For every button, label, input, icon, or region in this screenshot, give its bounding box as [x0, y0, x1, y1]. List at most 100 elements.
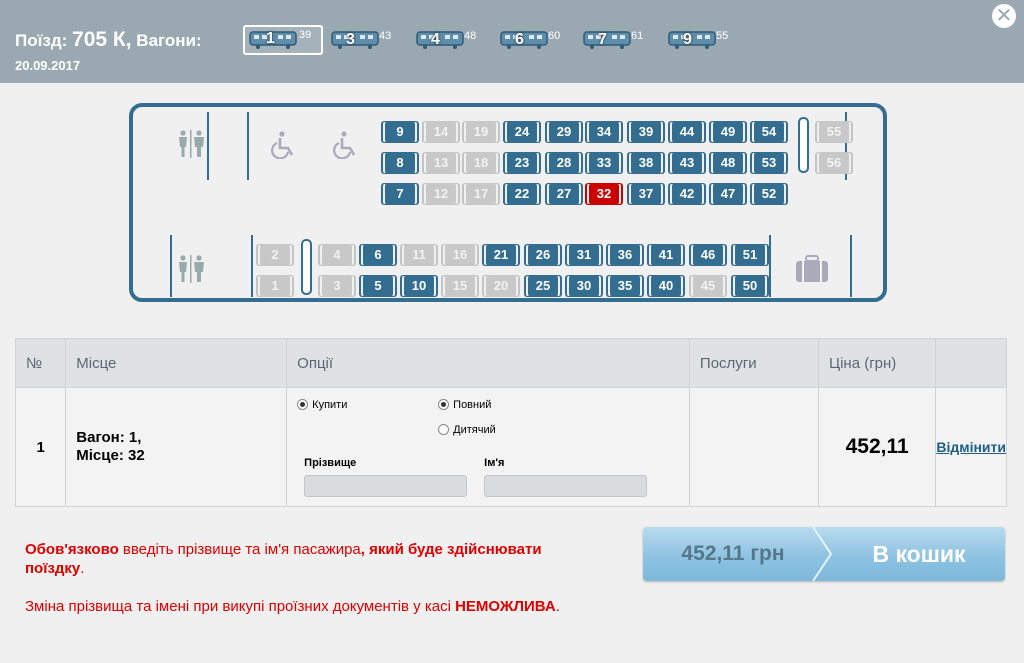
seat-6[interactable]: 6: [363, 244, 393, 266]
seat-51[interactable]: 51: [735, 244, 765, 266]
place-seat: Місце: 32: [76, 447, 145, 464]
seat-53[interactable]: 53: [754, 152, 784, 174]
seat-divider: [301, 239, 312, 295]
seat-47[interactable]: 47: [713, 183, 743, 205]
radio-buy[interactable]: Купити: [297, 399, 347, 411]
seat-8[interactable]: 8: [385, 152, 415, 174]
wheelchair-icon: [333, 131, 356, 159]
warning-text: Зміна прізвища та імені при викупі проїз…: [25, 598, 456, 615]
warning-strong: Обов'язково: [25, 541, 119, 558]
seat-56: 56: [819, 152, 849, 174]
seat-17: 17: [466, 183, 496, 205]
seat-35[interactable]: 35: [610, 275, 640, 297]
dialog-header: Поїзд: 705 К, Вагони: 20.09.2017 1 39 3 43 4…: [0, 0, 1024, 83]
wagon-tab-4[interactable]: 4 48: [413, 28, 485, 52]
table-header-row: № Місце Опції Послуги Ціна (грн): [14, 338, 1007, 388]
seat-44[interactable]: 44: [672, 121, 702, 143]
name-label: Ім'я: [484, 457, 505, 469]
cart-total: 452,11 грн: [681, 542, 785, 565]
seat-36[interactable]: 36: [610, 244, 640, 266]
seat-41[interactable]: 41: [651, 244, 681, 266]
partition-line: [170, 235, 172, 297]
seat-24[interactable]: 24: [507, 121, 537, 143]
wagon-free-seats: 55: [716, 30, 729, 42]
warning-note-required: Обов'язково введіть прізвище та ім'я пас…: [25, 540, 585, 578]
seat-26[interactable]: 26: [528, 244, 558, 266]
wc-icon: [179, 130, 204, 158]
add-to-cart-button[interactable]: 452,11 грн В кошик: [643, 527, 1005, 581]
seat-2: 2: [260, 244, 290, 266]
seat-50[interactable]: 50: [735, 275, 765, 297]
seat-9[interactable]: 9: [385, 121, 415, 143]
seat-46[interactable]: 46: [693, 244, 723, 266]
seat-52[interactable]: 52: [754, 183, 784, 205]
radio-full[interactable]: Повний: [438, 399, 491, 411]
radio-child[interactable]: Дитячий: [438, 424, 496, 436]
seat-28[interactable]: 28: [549, 152, 579, 174]
name-input[interactable]: [484, 475, 648, 497]
seat-25[interactable]: 25: [528, 275, 558, 297]
seat-14: 14: [426, 121, 456, 143]
seat-21[interactable]: 21: [486, 244, 516, 266]
seat-32[interactable]: 32: [589, 183, 619, 205]
seat-7[interactable]: 7: [385, 183, 415, 205]
train-prefix: Поїзд:: [15, 31, 68, 50]
wagon-free-seats: 61: [631, 30, 644, 42]
car-scheme: 9 14 19 24 29 34 39 44 49 54 55 8 13 18 23 28 33 38 43 48 53…: [129, 103, 887, 302]
seat-34[interactable]: 34: [589, 121, 619, 143]
wagon-number: 3: [346, 31, 355, 48]
seat-30[interactable]: 30: [569, 275, 599, 297]
seat-23[interactable]: 23: [507, 152, 537, 174]
seat-40[interactable]: 40: [651, 275, 681, 297]
seat-55: 55: [819, 121, 849, 143]
seat-27[interactable]: 27: [549, 183, 579, 205]
seat-33[interactable]: 33: [589, 152, 619, 174]
surname-input[interactable]: [304, 475, 468, 497]
seat-1: 1: [260, 275, 290, 297]
wagon-number: 1: [266, 30, 275, 47]
ticket-services: [688, 387, 819, 507]
radio-buy-label: Купити: [312, 399, 348, 411]
seat-43[interactable]: 43: [672, 152, 702, 174]
train-number: 705 К,: [72, 28, 132, 51]
seat-11: 11: [404, 244, 434, 266]
seat-48[interactable]: 48: [713, 152, 743, 174]
seat-38[interactable]: 38: [631, 152, 661, 174]
seat-29[interactable]: 29: [549, 121, 579, 143]
col-header-no: №: [14, 338, 67, 388]
seat-12: 12: [426, 183, 456, 205]
seat-39[interactable]: 39: [631, 121, 661, 143]
seat-15: 15: [445, 275, 475, 297]
close-button[interactable]: ✕: [992, 4, 1016, 28]
seat-5[interactable]: 5: [363, 275, 393, 297]
ticket-number: 1: [14, 387, 67, 507]
seat-42[interactable]: 42: [672, 183, 702, 205]
chevron-right-icon: [812, 527, 833, 581]
wagon-tab-1[interactable]: 1 39: [243, 25, 323, 55]
cancel-link[interactable]: Відмінити: [936, 439, 1006, 455]
warning-text: введіть прізвище та ім'я пасажира: [118, 541, 361, 558]
tickets-table: № Місце Опції Послуги Ціна (грн) 1 Вагон…: [14, 338, 1007, 507]
seat-54[interactable]: 54: [754, 121, 784, 143]
close-icon: ✕: [995, 5, 1013, 27]
seat-22[interactable]: 22: [507, 183, 537, 205]
col-header-actions: [935, 338, 1007, 388]
seat-45: 45: [693, 275, 723, 297]
warning-text: .: [80, 560, 85, 577]
col-header-place: Місце: [65, 338, 288, 388]
radio-checked-icon: [438, 399, 450, 410]
train-car-icon: [668, 31, 716, 49]
wagon-number: 7: [598, 31, 607, 48]
seat-10[interactable]: 10: [404, 275, 434, 297]
seat-49[interactable]: 49: [713, 121, 743, 143]
seat-37[interactable]: 37: [631, 183, 661, 205]
wagon-tab-3[interactable]: 3 43: [328, 28, 400, 52]
ticket-place: Вагон: 1, Місце: 32: [65, 387, 288, 507]
partition-line: [251, 235, 253, 297]
wagon-tab-9[interactable]: 9 55: [665, 28, 737, 52]
partition-line: [850, 235, 852, 297]
wagon-tab-6[interactable]: 6 60: [497, 28, 569, 52]
luggage-icon: [796, 255, 828, 282]
seat-31[interactable]: 31: [569, 244, 599, 266]
wagon-tab-7[interactable]: 7 61: [580, 28, 652, 52]
